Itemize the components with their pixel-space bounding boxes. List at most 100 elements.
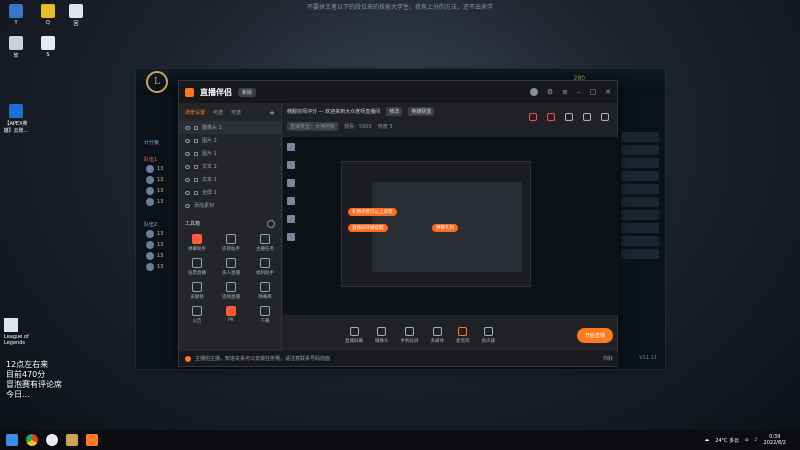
heat-count: 热度 3 [377,124,393,130]
tool-download[interactable]: 下载 [248,306,282,324]
eye-icon [185,203,190,208]
tool-danmu[interactable]: 弹幕助手 [180,234,214,252]
tool-multi[interactable]: 多人直播 [214,258,248,276]
league-taskbar-icon[interactable] [66,434,78,446]
tab-3[interactable]: 可选 [231,109,241,117]
desktop-icon-league[interactable]: League of Legends [4,318,36,346]
windows-start-icon[interactable] [6,434,18,446]
lock-icon[interactable] [194,177,198,182]
avatar[interactable] [529,88,538,96]
app-brand: 直播伴侣 [200,87,232,97]
eye-icon[interactable] [185,125,190,130]
desktop-icon-apex[interactable]: 【APEX英雄】云账... [2,104,30,134]
eye-icon[interactable] [185,164,190,169]
scene-item[interactable]: 文本 1 [179,173,281,186]
volume-icon[interactable]: ♪ [754,437,757,443]
browser-icon[interactable] [46,434,58,446]
chrome-icon[interactable] [26,434,38,446]
microphone-button[interactable]: 麦克风 [456,326,470,344]
close-icon[interactable]: ✕ [605,88,611,96]
version-badge[interactable]: 新版 [238,87,257,97]
gift-icon[interactable] [529,113,537,121]
tool-vote[interactable]: 投票直播 [180,258,214,276]
desktop-icon-1[interactable]: Y [2,4,30,26]
category-select[interactable]: 英雄联盟 [408,107,435,116]
tool-welfare[interactable]: 福利助手 [248,258,282,276]
network-icon[interactable]: ⌂ [745,437,748,443]
add-source-item[interactable]: 添加素材 [179,199,281,212]
lock-icon[interactable] [194,151,198,156]
clock[interactable]: 0:39 2022/8/2 [764,434,786,446]
eye-icon[interactable] [185,138,190,143]
user-icon [226,234,236,244]
league-scoreboard-tab[interactable]: 计分板 [136,139,182,146]
scene-item[interactable]: 文本 2 [179,160,281,173]
eye-icon[interactable] [185,190,190,195]
camera-button[interactable]: 摄像头 [375,326,389,344]
lock-icon[interactable] [194,164,198,169]
champion-icon [146,251,154,260]
screen-capture-button[interactable]: 直播屏幕 [345,326,363,344]
link-icon [226,282,236,292]
app-titlebar: 直播伴侣 新版 ⚙ ≡ – □ ✕ [179,81,617,103]
weather-text[interactable]: 24°C 多云 [715,437,739,444]
champion-icon [146,175,154,184]
stream-preview[interactable]: 礼物点赞可以上屏哦 直播间开播提醒 弹幕礼物 [283,137,619,315]
streamer-taskbar-icon[interactable] [86,434,98,446]
desktop-icon-5[interactable]: S [34,36,62,58]
lock-icon[interactable] [194,138,198,143]
champion-icon [146,262,154,271]
notice-icon [192,306,202,316]
scene-item[interactable]: 摄像头 1 [179,121,281,134]
media-button[interactable]: 多媒体 [431,326,444,344]
scene-item[interactable]: 全屏 1 [179,186,281,199]
more-icon[interactable] [267,220,275,228]
settings-icon[interactable]: ⚙ [547,88,553,96]
start-stream-button[interactable]: 开始直播 [576,327,613,343]
tool-danmu-lib[interactable]: 弹幕库 [248,282,282,300]
tool-tasks[interactable]: 主播任务 [248,234,282,252]
streamer-app-window[interactable]: 直播伴侣 新版 ⚙ ≡ – □ ✕ 场景设置 可选 可选 + 摄像头 1 图片 … [178,80,619,367]
tab-2[interactable]: 可选 [213,109,223,117]
toolbox-grid: 弹幕助手 房管助手 主播任务 投票直播 多人直播 福利助手 贡献榜 连线直播 弹… [179,234,281,324]
tab-scenes[interactable]: 场景设置 [185,109,205,117]
edit-title-button[interactable]: 修改 [386,107,403,116]
lock-icon[interactable] [194,190,198,195]
chat-icon[interactable] [583,113,591,121]
tool-pk[interactable]: PK [214,306,248,324]
notice-text[interactable]: 主播招主播，知道关系可以去做任务哦，请注意联系号码前面 [195,355,330,362]
league-player-row: 13 [136,261,182,272]
shield-icon[interactable] [565,113,573,121]
tool-link[interactable]: 连线直播 [214,282,248,300]
champion-icon [146,240,154,249]
desktop-icon-recycle[interactable]: 软 [2,36,30,59]
task-icon [260,234,270,244]
library-icon [260,282,270,292]
desktop-icon-3[interactable]: 回 [62,4,90,27]
mail-icon[interactable] [547,113,555,121]
eye-icon[interactable] [185,177,190,182]
tool-room-admin[interactable]: 房管助手 [214,234,248,252]
speaker-button[interactable]: 扬声器 [482,326,495,344]
menu-icon[interactable]: ≡ [562,88,568,96]
stream-type[interactable]: 直播类型：大神陪练 [287,122,339,131]
scene-item[interactable]: 图片 2 [179,134,281,147]
eye-icon[interactable] [185,151,190,156]
download-icon [226,258,236,268]
stream-title: 韩服宗师冲分 — 欢迎来到大众老师直播间 [287,109,381,115]
phone-cast-button[interactable]: 手机投屏 [401,326,419,344]
maximize-icon[interactable]: □ [590,88,597,96]
viewer-count: 观看：5903 [344,124,372,130]
share-icon[interactable] [601,113,609,121]
lock-icon[interactable] [194,125,198,130]
tool-rank[interactable]: 贡献榜 [180,282,214,300]
minimize-icon[interactable]: – [577,88,581,96]
stream-caption: 不要拼王者以下的段位来的技能大学生，我有上分的方法，还不出来学 [306,4,493,11]
scene-item[interactable]: 图片 1 [179,147,281,160]
preview-pill: 弹幕礼物 [432,224,458,232]
camera-icon [377,326,387,336]
tool-notice[interactable]: 公告 [180,306,214,324]
desktop-icon-2[interactable]: Q [34,4,62,26]
league-player-row: 13 [136,185,182,196]
add-scene-icon[interactable]: + [269,109,275,117]
